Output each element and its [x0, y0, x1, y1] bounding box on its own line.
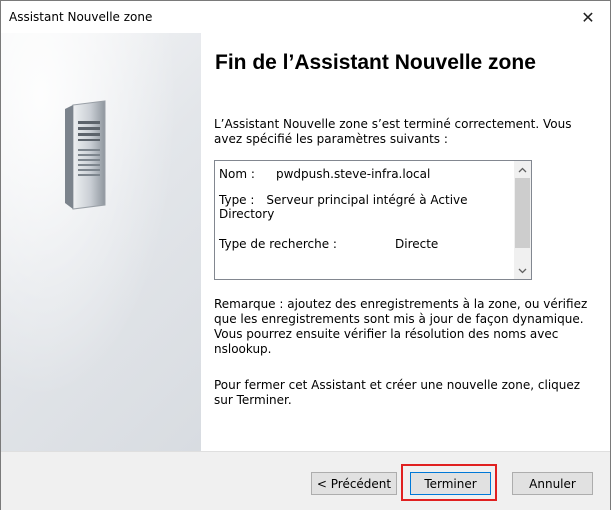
wizard-side-panel: [1, 33, 201, 451]
title-bar: Assistant Nouvelle zone ✕: [1, 1, 610, 33]
summary-row-type: Type : Serveur principal intégré à Active…: [219, 193, 510, 237]
finish-button[interactable]: Terminer: [410, 472, 491, 495]
type-label: Type :: [219, 193, 255, 207]
scroll-thumb[interactable]: [515, 178, 530, 248]
server-tower-icon: [65, 100, 106, 210]
close-icon[interactable]: ✕: [566, 1, 610, 33]
cancel-button[interactable]: Annuler: [512, 472, 593, 495]
closing-text: Pour fermer cet Assistant et créer une n…: [214, 378, 581, 407]
scroll-down-icon[interactable]: [514, 262, 531, 279]
summary-row-name: Nom : pwdpush.steve-infra.local: [219, 167, 510, 193]
name-value: pwdpush.steve-infra.local: [276, 167, 431, 181]
scroll-up-icon[interactable]: [514, 161, 531, 178]
remark-text: Remarque : ajoutez des enregistrements à…: [214, 297, 588, 356]
back-button[interactable]: < Précédent: [311, 472, 397, 495]
page-title: Fin de l’Assistant Nouvelle zone: [215, 51, 536, 74]
type-value: Serveur principal intégré à Active Direc…: [219, 193, 468, 221]
button-bar: < Précédent Terminer Annuler: [1, 451, 610, 510]
summary-textbox[interactable]: Nom : pwdpush.steve-infra.local Type : Se…: [214, 160, 532, 280]
lookup-label: Type de recherche :: [219, 237, 337, 251]
intro-text: L’Assistant Nouvelle zone s’est terminé …: [214, 117, 572, 146]
summary-content: Nom : pwdpush.steve-infra.local Type : Se…: [215, 161, 514, 279]
lookup-value: Directe: [395, 237, 439, 251]
name-label: Nom :: [219, 167, 255, 181]
window-title: Assistant Nouvelle zone: [9, 10, 153, 24]
summary-row-lookup: Type de recherche : Directe: [219, 237, 510, 257]
vertical-scrollbar[interactable]: [514, 161, 531, 279]
wizard-window: Assistant Nouvelle zone ✕ Fin de l’Assis…: [0, 0, 611, 510]
